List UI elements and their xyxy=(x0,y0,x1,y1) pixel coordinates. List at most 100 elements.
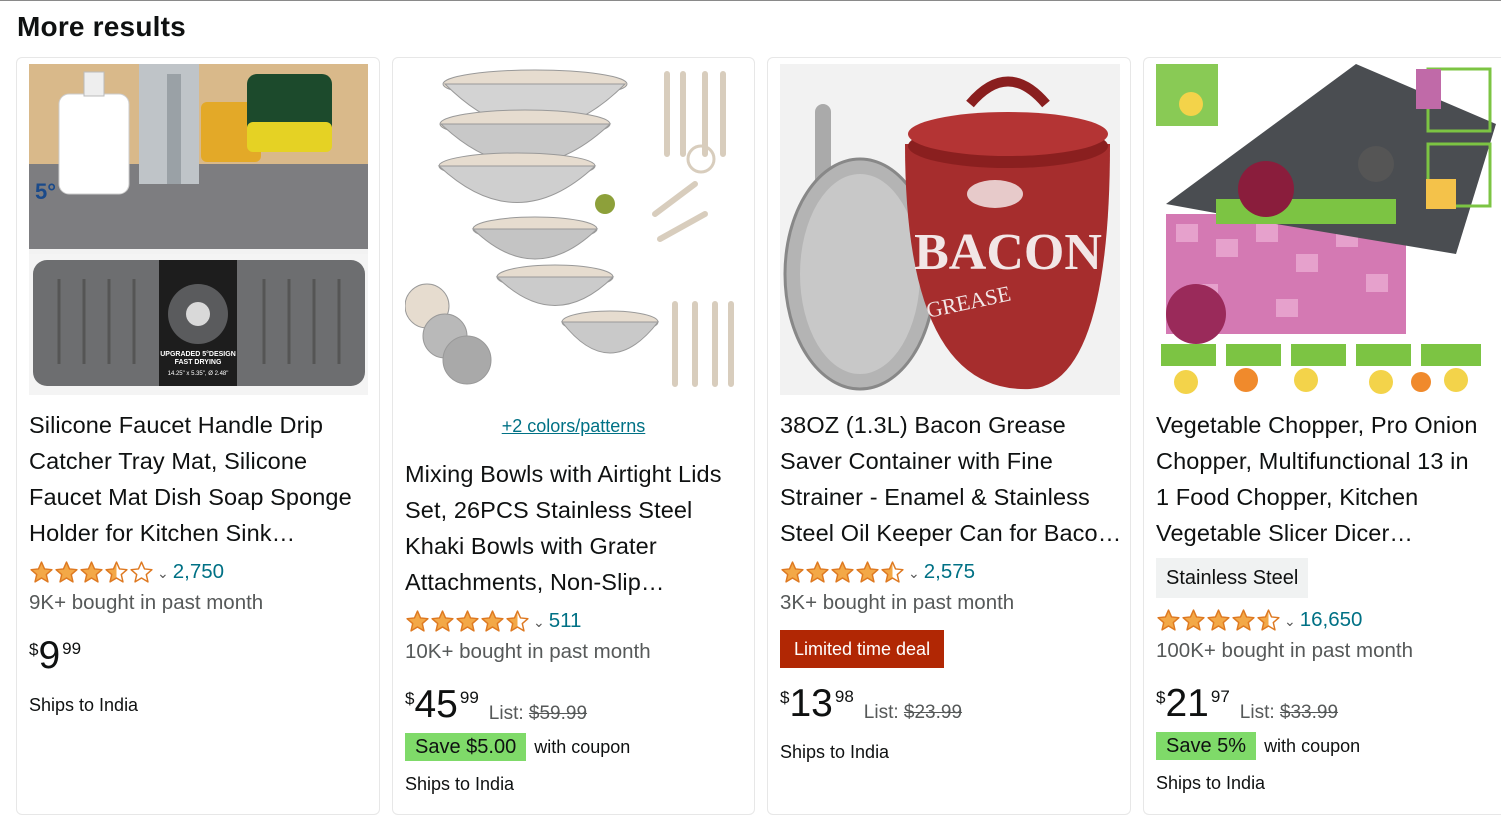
vegetable-chopper-illustration xyxy=(1156,64,1496,395)
product-title[interactable]: Mixing Bowls with Airtight Lids Set, 26P… xyxy=(405,456,722,600)
product-card[interactable]: Vegetable Chopper, Pro Onion Chopper, Mu… xyxy=(1143,57,1501,815)
title-line[interactable]: Holder for Kitchen Sink… xyxy=(29,515,352,551)
coupon-label: with coupon xyxy=(1264,735,1361,756)
star-full-icon xyxy=(1207,608,1230,631)
more-colors-link[interactable]: +2 colors/patterns xyxy=(393,416,754,437)
product-title[interactable]: Silicone Faucet Handle Drip Catcher Tray… xyxy=(29,407,352,551)
price-symbol: $ xyxy=(29,640,39,659)
product-title[interactable]: 38OZ (1.3L) Bacon Grease Saver Container… xyxy=(780,407,1121,551)
star-full-icon xyxy=(406,609,429,632)
title-line[interactable]: Silicone Faucet Handle Drip xyxy=(29,407,352,443)
price[interactable]: $ 45 99 List: $59.99 xyxy=(405,685,587,725)
price-symbol: $ xyxy=(780,688,790,707)
rating-count-link[interactable]: 16,650 xyxy=(1300,608,1363,632)
title-line[interactable]: Mixing Bowls with Airtight Lids xyxy=(405,456,722,492)
star-full-icon xyxy=(431,609,454,632)
title-line[interactable]: Khaki Bowls with Grater xyxy=(405,528,722,564)
title-line[interactable]: 38OZ (1.3L) Bacon Grease xyxy=(780,407,1121,443)
star-rating-icons[interactable] xyxy=(405,609,530,634)
star-rating-icons[interactable] xyxy=(1156,608,1281,633)
variant-tag[interactable]: Stainless Steel xyxy=(1156,558,1309,598)
star-half-icon xyxy=(506,609,529,632)
ships-to: Ships to India xyxy=(29,695,139,715)
coupon-badge[interactable]: Save $5.00 xyxy=(405,733,527,761)
list-label: List: xyxy=(1239,702,1275,723)
star-full-icon xyxy=(80,560,103,583)
price-whole: 9 xyxy=(38,634,61,677)
ships-to: Ships to India xyxy=(780,742,890,762)
svg-text:FAST DRYING: FAST DRYING xyxy=(175,359,222,366)
product-image-bacon-grease[interactable]: BACON GREASE xyxy=(780,64,1120,395)
star-full-icon xyxy=(30,560,53,583)
price[interactable]: $ 21 97 List: $33.99 xyxy=(1156,684,1338,724)
title-line[interactable]: Catcher Tray Mat, Silicone xyxy=(29,443,352,479)
bought-in-past-month: 100K+ bought in past month xyxy=(1156,639,1414,662)
title-line[interactable]: Faucet Mat Dish Soap Sponge xyxy=(29,479,352,515)
rating-row[interactable]: ⌄ 2,575 xyxy=(780,558,975,586)
product-title[interactable]: Vegetable Chopper, Pro Onion Chopper, Mu… xyxy=(1156,407,1478,551)
star-half-icon xyxy=(1257,608,1280,631)
svg-text:BACON: BACON xyxy=(914,224,1102,281)
coupon-label: with coupon xyxy=(534,736,631,757)
chevron-down-icon[interactable]: ⌄ xyxy=(157,565,169,582)
rating-row[interactable]: ⌄ 2,750 xyxy=(29,558,224,586)
price-whole: 21 xyxy=(1165,682,1209,725)
rating-count-link[interactable]: 2,575 xyxy=(924,560,975,584)
svg-text:5°: 5° xyxy=(35,179,56,204)
product-image-faucet-mat[interactable]: 5° UPGRADED 5°DESIGN FAST DRYING 14.25" … xyxy=(29,64,368,395)
rating-row[interactable]: ⌄ 16,650 xyxy=(1156,606,1362,634)
product-image-vegetable-chopper[interactable] xyxy=(1156,64,1496,395)
price-fraction: 97 xyxy=(1210,687,1230,706)
rating-count-link[interactable]: 511 xyxy=(549,609,582,633)
star-full-icon xyxy=(1232,608,1255,631)
chevron-down-icon[interactable]: ⌄ xyxy=(908,565,920,582)
star-full-icon xyxy=(456,609,479,632)
chevron-down-icon[interactable]: ⌄ xyxy=(533,614,545,631)
product-card[interactable]: BACON GREASE 38OZ (1.3L) Bacon Grease Sa… xyxy=(767,57,1131,815)
list-label: List: xyxy=(488,703,524,724)
product-card[interactable]: +2 colors/patterns Mixing Bowls with Air… xyxy=(392,57,755,815)
star-empty-icon xyxy=(130,560,153,583)
svg-text:14.25" x 5.35", Ø 2.48": 14.25" x 5.35", Ø 2.48" xyxy=(168,371,229,377)
price[interactable]: $ 13 98 List: $23.99 xyxy=(780,684,962,724)
list-price: List: $33.99 xyxy=(1240,702,1338,724)
section-heading: More results xyxy=(17,11,186,42)
list-label: List: xyxy=(863,702,899,723)
star-full-icon xyxy=(856,560,879,583)
star-half-icon xyxy=(105,560,128,583)
star-rating-icons[interactable] xyxy=(29,560,154,585)
bacon-grease-illustration: BACON GREASE xyxy=(780,64,1120,395)
title-line[interactable]: Chopper, Multifunctional 13 in xyxy=(1156,443,1478,479)
bought-in-past-month: 3K+ bought in past month xyxy=(780,591,1015,614)
product-card[interactable]: 5° UPGRADED 5°DESIGN FAST DRYING 14.25" … xyxy=(16,57,380,815)
title-line[interactable]: Strainer - Enamel & Stainless xyxy=(780,479,1121,515)
title-line[interactable]: Vegetable Chopper, Pro Onion xyxy=(1156,407,1478,443)
rating-count-link[interactable]: 2,750 xyxy=(173,560,224,584)
coupon-row[interactable]: Save $5.00 with coupon xyxy=(405,733,630,761)
star-full-icon xyxy=(481,609,504,632)
price-symbol: $ xyxy=(1156,688,1166,707)
title-line[interactable]: Vegetable Slicer Dicer… xyxy=(1156,515,1478,551)
coupon-row[interactable]: Save 5% with coupon xyxy=(1156,732,1360,760)
title-line[interactable]: Saver Container with Fine xyxy=(780,443,1121,479)
coupon-badge[interactable]: Save 5% xyxy=(1156,732,1257,760)
ships-to: Ships to India xyxy=(1156,773,1266,793)
product-image-mixing-bowls[interactable] xyxy=(405,64,744,395)
bought-in-past-month: 9K+ bought in past month xyxy=(29,591,264,614)
title-line[interactable]: Attachments, Non-Slip… xyxy=(405,564,722,600)
price-whole: 45 xyxy=(414,683,458,726)
star-rating-icons[interactable] xyxy=(780,560,905,585)
list-price-value: $33.99 xyxy=(1279,702,1339,723)
limited-time-deal-badge[interactable]: Limited time deal xyxy=(780,630,945,668)
rating-row[interactable]: ⌄ 511 xyxy=(405,607,581,635)
title-line[interactable]: Steel Oil Keeper Can for Baco… xyxy=(780,515,1121,551)
top-divider xyxy=(0,0,1501,1)
chevron-down-icon[interactable]: ⌄ xyxy=(1284,613,1296,630)
price[interactable]: $ 9 99 xyxy=(29,636,81,676)
price-fraction: 99 xyxy=(459,688,479,707)
star-full-icon xyxy=(1157,608,1180,631)
title-line[interactable]: Set, 26PCS Stainless Steel xyxy=(405,492,722,528)
list-price: List: $23.99 xyxy=(864,702,962,724)
title-line[interactable]: 1 Food Chopper, Kitchen xyxy=(1156,479,1478,515)
faucet-mat-illustration: 5° UPGRADED 5°DESIGN FAST DRYING 14.25" … xyxy=(29,64,368,395)
